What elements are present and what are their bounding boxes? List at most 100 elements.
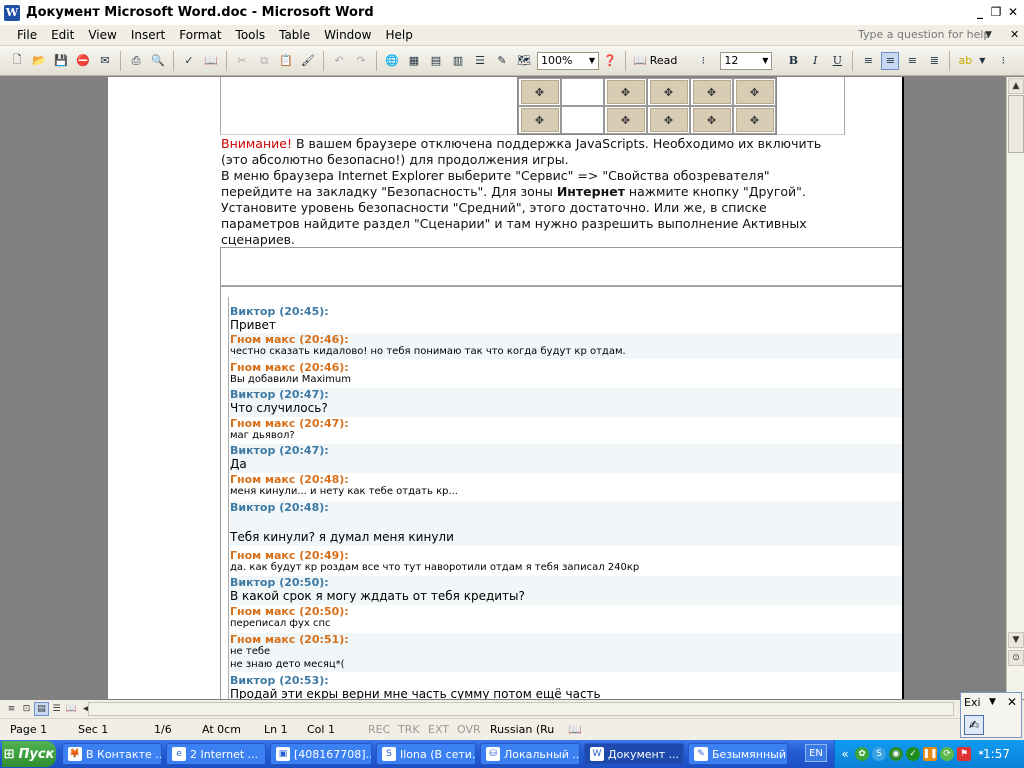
close-button[interactable]: ✕ (1005, 4, 1021, 20)
close-icon[interactable]: ✕ (1007, 695, 1017, 709)
chat-author[interactable]: Гном макс (20:48): (230, 473, 902, 486)
scroll-up-icon[interactable]: ▲ (1008, 78, 1024, 94)
reading-layout-icon[interactable]: 📖 (64, 702, 79, 716)
open-folder-icon[interactable]: 📂 (30, 52, 48, 70)
email-icon[interactable]: ✉ (96, 52, 114, 70)
grid-cell[interactable]: ✥ (733, 78, 776, 106)
copy-icon[interactable]: ⧉ (255, 52, 273, 70)
status-rec[interactable]: REC (368, 723, 390, 736)
spelling-icon[interactable]: ✓ (180, 52, 198, 70)
tray-expand-icon[interactable]: « (838, 747, 852, 761)
research-icon[interactable]: 📖 (202, 52, 220, 70)
menu-insert[interactable]: Insert (124, 28, 172, 42)
chevron-down-icon[interactable]: ▼ (978, 52, 986, 70)
taskbar-button[interactable]: 🦊 В Контакте ... (62, 743, 162, 765)
toolbar-options-icon[interactable]: ⁝ (694, 52, 712, 70)
permission-icon[interactable]: ⛔ (74, 52, 92, 70)
chat-author[interactable]: Виктор (20:45): (230, 305, 902, 318)
restore-button[interactable]: ❐ (988, 4, 1004, 20)
chat-author[interactable]: Гном макс (20:49): (230, 549, 902, 562)
menu-format[interactable]: Format (172, 28, 228, 42)
start-button[interactable]: ⊞ Пуск (2, 741, 56, 767)
grid-cell[interactable]: ✥ (518, 106, 561, 134)
document-page[interactable]: ✥ ✥ ✥ ✥ ✥ ✥ ✥ ✥ ✥ ✥ Внимание! В вашем бр… (108, 77, 904, 699)
chat-author[interactable]: Гном макс (20:46): (230, 361, 902, 374)
underline-button[interactable]: U (828, 52, 846, 70)
help-icon[interactable]: ❓ (601, 52, 619, 70)
print-icon[interactable]: ⎙ (127, 52, 145, 70)
justify-icon[interactable]: ≣ (925, 52, 943, 70)
format-painter-icon[interactable]: 🖌 (299, 52, 317, 70)
chat-author[interactable]: Виктор (20:48): (230, 501, 902, 514)
columns-icon[interactable]: ☰ (471, 52, 489, 70)
insert-excel-icon[interactable]: ▥ (449, 52, 467, 70)
menu-view[interactable]: View (81, 28, 123, 42)
taskbar-button[interactable]: W Документ ... (584, 743, 684, 765)
menu-tools[interactable]: Tools (229, 28, 273, 42)
scroll-thumb[interactable] (1008, 95, 1024, 153)
grid-cell[interactable]: ✥ (647, 106, 690, 134)
spelling-status-icon[interactable]: 📖 (568, 723, 582, 736)
minimize-button[interactable]: _ (972, 4, 988, 20)
chat-author[interactable]: Гном макс (20:50): (230, 605, 902, 618)
align-center-icon[interactable]: ≡ (881, 51, 900, 70)
web-layout-icon[interactable]: ⊡ (19, 702, 34, 716)
network-tray-icon[interactable]: ◉ (889, 747, 903, 761)
grid-cell[interactable]: ✥ (604, 106, 647, 134)
grid-cell[interactable]: ✥ (733, 106, 776, 134)
chevron-down-icon[interactable]: ▼ (985, 30, 992, 40)
insert-table-icon[interactable]: ▤ (427, 52, 445, 70)
hyperlink-icon[interactable]: 🌐 (383, 52, 401, 70)
menu-table[interactable]: Table (272, 28, 317, 42)
font-size-select[interactable]: 12 ▼ (720, 51, 773, 70)
redo-icon[interactable]: ↷ (352, 52, 370, 70)
sync-tray-icon[interactable]: ⟳ (940, 747, 954, 761)
status-ovr[interactable]: OVR (457, 723, 481, 736)
pen-tool-icon[interactable]: ✍ (964, 715, 984, 735)
taskbar-button[interactable]: ▣ [408167708]... (270, 743, 372, 765)
read-button[interactable]: 📖 Read (633, 54, 677, 67)
antivirus-tray-icon[interactable]: ✓ (906, 747, 920, 761)
menu-window[interactable]: Window (317, 28, 378, 42)
taskbar-button[interactable]: ✎ Безымянный... (688, 743, 788, 765)
status-ext[interactable]: EXT (428, 723, 449, 736)
help-search-input[interactable]: Type a question for help (858, 28, 990, 41)
flag-tray-icon[interactable]: ⚑ (957, 747, 971, 761)
chat-author[interactable]: Гном макс (20:47): (230, 417, 902, 430)
drawing-icon[interactable]: ✎ (493, 52, 511, 70)
print-layout-icon[interactable]: ▤ (34, 702, 49, 716)
scroll-down-icon[interactable]: ▼ (1008, 632, 1024, 648)
tables-borders-icon[interactable]: ▦ (405, 52, 423, 70)
highlight-icon[interactable]: ab (956, 52, 974, 70)
language-indicator[interactable]: EN (805, 744, 827, 762)
menu-edit[interactable]: Edit (44, 28, 81, 42)
undo-icon[interactable]: ↶ (330, 52, 348, 70)
toolbar-options-icon[interactable]: ⁝ (994, 52, 1012, 70)
outline-view-icon[interactable]: ☰ (49, 702, 64, 716)
grid-cell[interactable] (561, 78, 604, 106)
taskbar-button[interactable]: e 2 Internet ... (166, 743, 266, 765)
align-left-icon[interactable]: ≡ (859, 52, 877, 70)
menu-file[interactable]: File (10, 28, 44, 42)
skype-tray-icon[interactable]: S (872, 747, 886, 761)
grid-cell[interactable]: ✥ (647, 78, 690, 106)
horizontal-scrollbar[interactable] (88, 702, 954, 716)
pause-tray-icon[interactable]: ❚❚ (922, 747, 938, 761)
zoom-select[interactable]: 100% ▼ (537, 51, 599, 70)
vertical-scrollbar[interactable]: ▲ ▼ ⊙ (1006, 77, 1024, 699)
align-right-icon[interactable]: ≡ (903, 52, 921, 70)
normal-view-icon[interactable]: ≡ (4, 702, 19, 716)
bold-button[interactable]: B (784, 52, 802, 70)
chat-author[interactable]: Гном макс (20:46): (230, 333, 902, 346)
grid-cell[interactable] (561, 106, 604, 134)
chat-author[interactable]: Гном макс (20:51): (230, 633, 902, 646)
new-document-icon[interactable]: 🗋 (8, 52, 26, 70)
grid-cell[interactable]: ✥ (604, 78, 647, 106)
grid-cell[interactable]: ✥ (690, 106, 733, 134)
document-map-icon[interactable]: 🗺 (515, 52, 533, 70)
browse-object-icon[interactable]: ⊙ (1008, 650, 1024, 666)
qip-tray-icon[interactable]: ✿ (855, 747, 869, 761)
cut-icon[interactable]: ✂ (233, 52, 251, 70)
italic-button[interactable]: I (806, 52, 824, 70)
menu-help[interactable]: Help (378, 28, 419, 42)
